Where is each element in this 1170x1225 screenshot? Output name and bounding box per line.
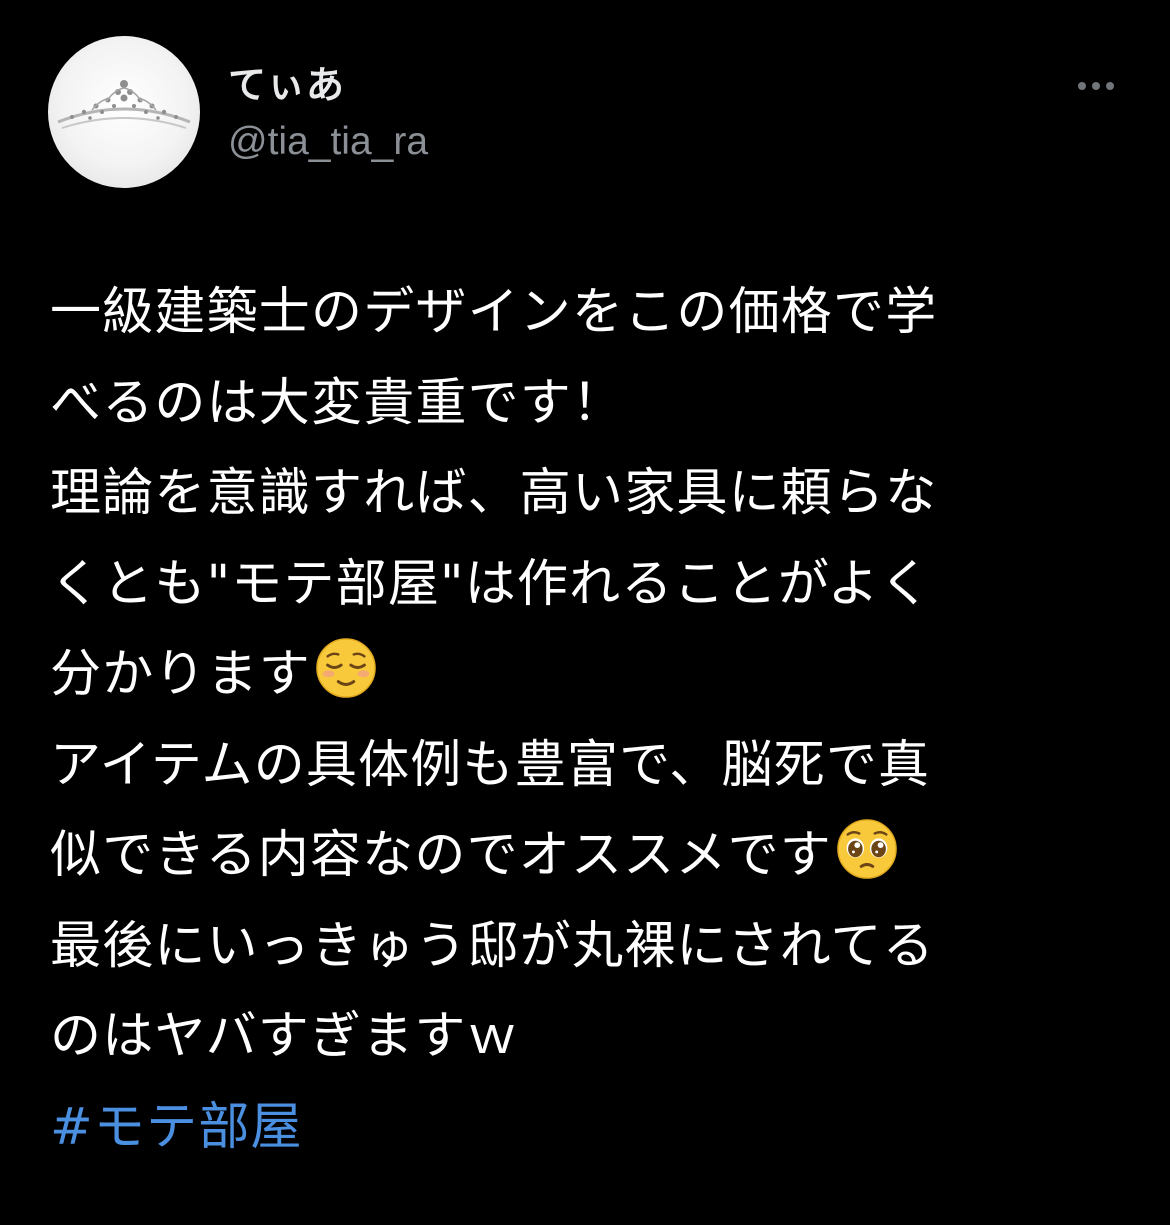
tweet-line-text: 似できる内容なのでオススメです (50, 826, 832, 885)
menu-dot (1092, 82, 1100, 90)
tweet-line: 理論を意識すれば、高い家具に頼らな (50, 464, 938, 523)
tweet-line: のはヤバすぎますｗ (50, 1007, 519, 1066)
tweet-card: てぃあ @tia_tia_ra 一級建築士のデザインをこの価格で学 べるのは大変… (0, 0, 1170, 1225)
more-options-icon[interactable] (1068, 72, 1124, 100)
author-info[interactable]: てぃあ @tia_tia_ra (228, 62, 428, 166)
tweet-line: 一級建築士のデザインをこの価格で学 (50, 283, 938, 342)
relieved-face-emoji (316, 638, 376, 698)
author-display-name[interactable]: てぃあ (228, 62, 428, 108)
author-handle[interactable]: @tia_tia_ra (228, 118, 428, 166)
hashtag-link[interactable]: #モテ部屋 (50, 1083, 1140, 1174)
tweet-line-with-emoji: 分かります (50, 630, 1140, 721)
tweet-line: べるのは大変貴重です！ (50, 373, 625, 433)
tiara-avatar-icon[interactable] (48, 36, 200, 188)
tweet-line: アイテムの具体例も豊富で、脳死で真 (50, 735, 931, 795)
tweet-line: 最後にいっきゅう邸が丸裸にされてる (50, 916, 935, 976)
tweet-line-with-emoji: 似できる内容なのでオススメです (50, 811, 1140, 902)
tweet-line: くとも"モテ部屋"は作れることがよく (50, 554, 932, 614)
pleading-face-emoji (837, 819, 897, 879)
menu-dot (1106, 82, 1114, 90)
menu-dot (1078, 82, 1086, 90)
tweet-text: 一級建築士のデザインをこの価格で学 べるのは大変貴重です！ 理論を意識すれば、高… (50, 268, 1140, 1173)
tweet-line-text: 分かります (50, 645, 312, 704)
